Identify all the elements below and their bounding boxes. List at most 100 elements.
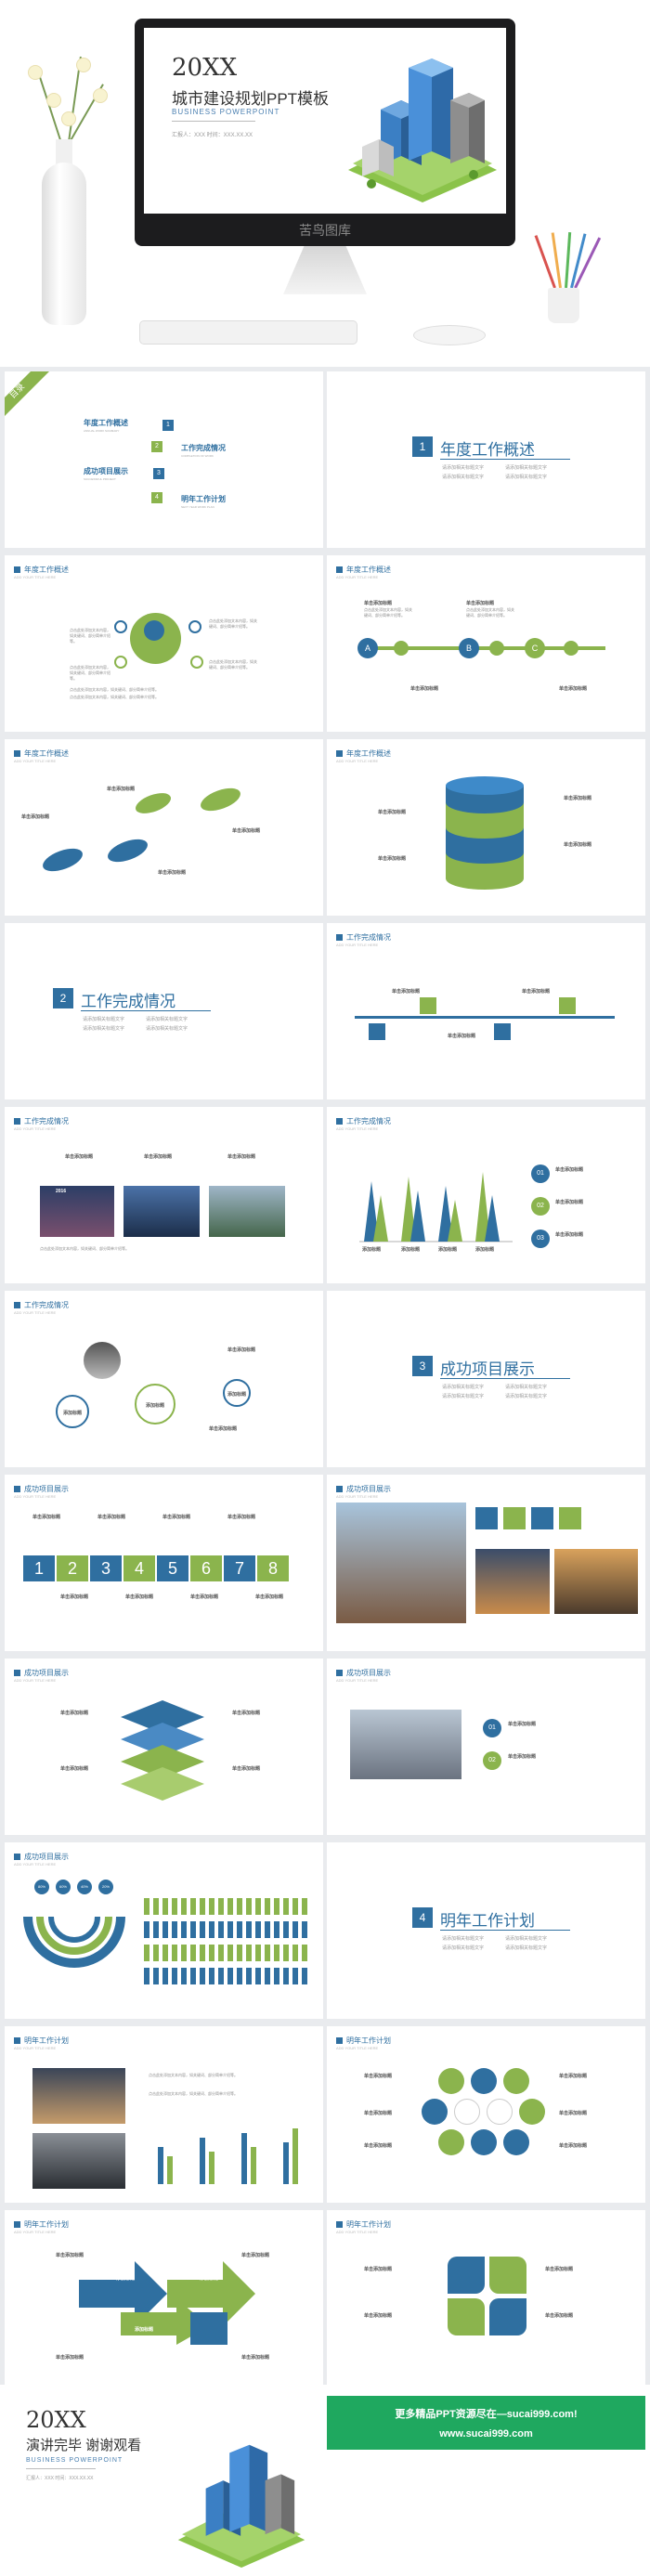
label: 单击添加标题 xyxy=(545,2267,574,2272)
closing-presenter: 汇报人：XXX 时间：XXX.XX.XX xyxy=(26,2476,94,2481)
settings-icon xyxy=(190,656,203,669)
slide-subheader: ADD YOUR TITLE HERE xyxy=(336,1494,379,1499)
closing-title: 演讲完毕 谢谢观看 xyxy=(26,2438,142,2453)
circle-label: 添加标题 xyxy=(146,1403,165,1409)
flower-icon xyxy=(76,58,91,72)
step-number: 5 xyxy=(157,1555,188,1581)
text-block: 点击此处添加文本内容，如关键词、部分简单介绍等。 xyxy=(364,607,412,618)
percent-badge: 80% xyxy=(34,1880,49,1894)
label: 单击添加标题 xyxy=(378,856,407,862)
slide-header: 工作完成情况 xyxy=(14,1300,69,1310)
text-block: 点击此处添加文本内容，如关键词、部分简单介绍等。 xyxy=(149,2091,238,2096)
slide-header: 成功项目展示 xyxy=(14,1668,69,1678)
keyboard xyxy=(139,320,358,345)
slide-header: 工作完成情况 xyxy=(336,932,391,943)
slide-header: 年度工作概述 xyxy=(14,748,69,759)
step-number: 6 xyxy=(190,1555,222,1581)
chart-category-label: 添加标题 xyxy=(438,1247,458,1253)
vase xyxy=(42,163,86,325)
step-number: 7 xyxy=(224,1555,255,1581)
hero-title: 城市建设规划PPT模板 xyxy=(172,90,330,108)
monitor-icon xyxy=(494,1023,511,1040)
people-icon-row xyxy=(144,1921,311,1938)
slide-section-3: 3 成功项目展示 请添加相关标题文字 请添加相关标题文字 请添加相关标题文字 请… xyxy=(327,1291,645,1467)
slide-subheader: ADD YOUR TITLE HERE xyxy=(14,2230,57,2234)
chart-category-label: 添加标题 xyxy=(362,1247,382,1253)
toc-item-number: 1 xyxy=(162,420,174,431)
promo-banner[interactable] xyxy=(327,2396,645,2450)
section-title: 明年工作计划 xyxy=(440,1912,535,1930)
flower-icon xyxy=(46,93,61,108)
slide-plan-hexagons: 明年工作计划 ADD YOUR TITLE HERE 单击添加标题 单击添加标题… xyxy=(327,2026,645,2203)
slide-header: 成功项目展示 xyxy=(14,1484,69,1494)
label: 单击添加标题 xyxy=(56,2253,84,2258)
chart-bar xyxy=(167,2156,173,2184)
money-icon xyxy=(369,1023,385,1040)
slide-header: 明年工作计划 xyxy=(14,2036,69,2046)
label: 单击添加标题 xyxy=(60,1766,89,1772)
slide-subheader: ADD YOUR TITLE HERE xyxy=(336,575,379,579)
slide-toc: 目录 年度工作概述 ANNUAL WORK SUMMARY 1 2 工作完成情况… xyxy=(5,371,323,548)
toc-item-sub: ANNUAL WORK SUMMARY xyxy=(84,429,120,433)
hexagon-icon xyxy=(438,2068,464,2094)
section-bullet: 请添加相关标题文字 xyxy=(505,465,548,471)
slide-plan-arrows: 明年工作计划 ADD YOUR TITLE HERE 添加标题 添加标题 添加标… xyxy=(5,2210,323,2387)
growth-icon xyxy=(420,997,436,1014)
slide-subheader: ADD YOUR TITLE HERE xyxy=(14,575,57,579)
pie-icon xyxy=(489,2257,526,2294)
chart-bar xyxy=(292,2128,298,2184)
monitor: 20XX 城市建设规划PPT模板 BUSINESS POWERPOINT 汇报人… xyxy=(135,19,515,246)
timeline-line xyxy=(355,1016,615,1019)
text-block: 点击此处添加文本内容，如关键词、部分简单介绍等。 xyxy=(149,2073,238,2077)
slide-overview-hexagon: 年度工作概述 ADD YOUR TITLE HERE 点击此处添加文本内容，如关… xyxy=(5,555,323,732)
slide-subheader: ADD YOUR TITLE HERE xyxy=(336,1678,379,1683)
people-icon xyxy=(448,2257,485,2294)
diamond-icon xyxy=(531,1507,553,1529)
label: 单击添加标题 xyxy=(209,1426,238,1432)
slide-overview-footprints: 年度工作概述 ADD YOUR TITLE HERE 单击添加标题 单击添加标题… xyxy=(5,739,323,916)
chart-bar xyxy=(200,2138,205,2184)
hexagon-icon xyxy=(487,2099,513,2125)
slide-header: 明年工作计划 xyxy=(336,2219,391,2230)
toc-item-title: 明年工作计划 xyxy=(181,495,226,503)
mouse xyxy=(413,325,486,345)
arc-progress-diagram xyxy=(23,1916,125,1968)
photo-year: 2016 xyxy=(56,1189,67,1194)
hero-year: 20XX xyxy=(172,54,238,82)
city-photo xyxy=(475,1549,550,1614)
section-bullet: 请添加相关标题文字 xyxy=(146,1017,188,1022)
slide-subheader: ADD YOUR TITLE HERE xyxy=(14,2046,57,2050)
slide-completion-photos: 工作完成情况 ADD YOUR TITLE HERE 2016 单击添加标题 单… xyxy=(5,1107,323,1283)
hexagon-icon xyxy=(471,2129,497,2155)
label: 单击添加标题 xyxy=(98,1515,126,1520)
section-number: 1 xyxy=(412,436,433,457)
pencil-cup xyxy=(548,288,579,323)
search-icon xyxy=(188,620,202,633)
node-a: A xyxy=(358,638,378,658)
label: 单击添加标题 xyxy=(228,1515,256,1520)
toc-item-title: 成功项目展示 xyxy=(84,467,128,475)
people-icon-row xyxy=(144,1968,311,1984)
divider xyxy=(440,459,570,460)
section-number: 4 xyxy=(412,1907,433,1928)
slide-subheader: ADD YOUR TITLE HERE xyxy=(336,759,379,763)
divider xyxy=(440,1930,570,1931)
cart-icon xyxy=(503,1507,526,1529)
label: 单击添加标题 xyxy=(508,1754,537,1760)
label: 单击添加标题 xyxy=(364,2143,393,2149)
hexagon-icon xyxy=(422,2099,448,2125)
step-badge: 02 xyxy=(483,1751,501,1770)
growth-icon xyxy=(489,2298,526,2335)
pencil xyxy=(565,232,572,289)
city-photo xyxy=(32,2068,125,2124)
label: 单击添加标题 xyxy=(555,1200,584,1205)
slide-subheader: ADD YOUR TITLE HERE xyxy=(14,1862,57,1867)
step-badge: 01 xyxy=(531,1164,550,1183)
toc-item-title: 工作完成情况 xyxy=(181,444,226,452)
closing-year: 20XX xyxy=(26,2407,86,2433)
step-badge: 01 xyxy=(483,1719,501,1737)
promo-url[interactable]: www.sucai999.com xyxy=(327,2428,645,2439)
slide-header: 工作完成情况 xyxy=(14,1116,69,1126)
promo-line-1[interactable]: 更多精品PPT资源尽在—sucai999.com! xyxy=(327,2406,645,2421)
flower-icon xyxy=(28,65,43,80)
